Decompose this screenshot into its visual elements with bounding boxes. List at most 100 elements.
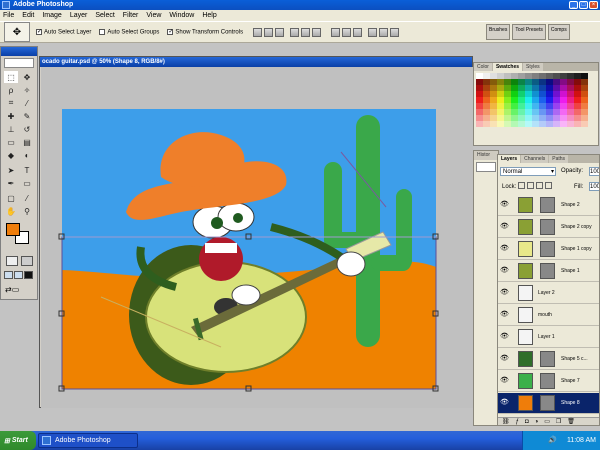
color-swatch[interactable] [518,121,525,127]
tab-color[interactable]: Color [474,63,492,71]
jump-to-imageready-icon[interactable]: ⇄▭ [5,285,29,295]
new-group-icon[interactable]: ▭ [544,418,550,425]
blur-icon[interactable]: ◆ [4,149,18,161]
lock-image-icon[interactable] [527,182,534,189]
type-icon[interactable]: T [20,164,34,176]
brush-icon[interactable]: ✎ [20,110,34,122]
path-select-icon[interactable]: ➤ [4,164,18,176]
canvas-area[interactable] [41,67,473,408]
layer-row[interactable]: 👁 mouth [498,305,599,326]
eye-icon[interactable]: 👁 [500,289,509,296]
align-hcenter-icon[interactable] [301,27,311,37]
eye-icon[interactable]: 👁 [500,311,509,318]
color-swatch[interactable] [560,121,567,127]
opacity-input[interactable]: 100 [589,167,599,176]
artwork-canvas[interactable] [41,67,473,408]
tab-paths[interactable]: Paths [549,155,569,163]
auto-select-groups-checkbox[interactable]: Auto Select Groups [99,28,159,35]
slice-icon[interactable]: ⁄ [20,97,34,109]
auto-select-groups-check[interactable] [99,28,106,35]
start-button[interactable]: ⊞ Start [0,431,36,450]
eye-icon[interactable]: 👁 [500,355,509,362]
screen-mode-standard-icon[interactable] [4,271,13,279]
menu-select[interactable]: Select [95,12,114,19]
color-swatch[interactable] [532,121,539,127]
distribute-hcenter-icon[interactable] [379,27,389,37]
distribute-bottom-icon[interactable] [353,27,363,37]
gradient-icon[interactable]: ▤ [20,136,34,148]
align-left-icon[interactable] [290,27,300,37]
menu-window[interactable]: Window [169,12,194,19]
layer-row[interactable]: 👁 Shape 2 [498,195,599,216]
history-snapshot[interactable] [476,162,496,172]
layer-row[interactable]: 👁 Shape 8 [498,393,599,414]
move-icon[interactable]: ✥ [20,71,34,83]
menu-file[interactable]: File [3,12,14,19]
tool-preset-picker[interactable]: ✥ [4,22,30,42]
trash-icon[interactable]: 🗑 [567,418,575,425]
color-swatch[interactable] [504,121,511,127]
standard-mode-icon[interactable] [6,256,18,266]
adjustment-layer-icon[interactable]: ◑ [535,418,539,425]
auto-select-layer-checkbox[interactable]: ✓ Auto Select Layer [36,28,91,35]
well-tab-comps[interactable]: Comps [547,24,570,40]
screen-mode-full-icon[interactable] [24,271,33,279]
crop-icon[interactable]: ⌗ [4,97,18,109]
maximize-button[interactable]: □ [579,1,588,9]
hand-icon[interactable]: ✋ [4,205,18,217]
close-button[interactable]: × [589,1,598,9]
eye-icon[interactable]: 👁 [500,377,509,384]
align-right-icon[interactable] [312,27,322,37]
well-tab-tool-presets[interactable]: Tool Presets [512,24,546,40]
layer-row[interactable]: 👁 Shape 5 c... [498,349,599,370]
menu-edit[interactable]: Edit [22,12,34,19]
volume-icon[interactable]: 🔊 [548,437,557,444]
distribute-vcenter-icon[interactable] [342,27,352,37]
layer-row[interactable]: 👁 Shape 1 copy [498,239,599,260]
layer-row[interactable]: 👁 Layer 1 [498,327,599,348]
tab-layers[interactable]: Layers [498,155,521,163]
shape-icon[interactable]: ▭ [20,177,34,189]
fill-input[interactable]: 100 [589,182,599,191]
distribute-right-icon[interactable] [390,27,400,37]
add-mask-icon[interactable]: ◘ [525,418,529,425]
lasso-icon[interactable]: ρ [4,84,18,96]
show-transform-check[interactable]: ✓ [167,28,173,35]
color-swatch[interactable] [497,121,504,127]
color-swatch[interactable] [490,121,497,127]
color-swatch[interactable] [546,121,553,127]
color-swatch[interactable] [511,121,518,127]
quickmask-mode-icon[interactable] [21,256,33,266]
minimize-button[interactable]: _ [569,1,578,9]
color-swatch[interactable] [553,121,560,127]
tab-styles[interactable]: Styles [523,63,543,71]
eye-icon[interactable]: 👁 [500,223,509,230]
eraser-icon[interactable]: ▭ [4,136,18,148]
menu-layer[interactable]: Layer [70,12,88,19]
menu-help[interactable]: Help [202,12,216,19]
eye-icon[interactable]: 👁 [500,333,509,340]
color-swatch[interactable] [567,121,574,127]
tab-history[interactable]: Histor [474,151,498,160]
align-vcenter-icon[interactable] [264,27,274,37]
eye-icon[interactable]: 👁 [500,267,509,274]
color-swatch[interactable] [574,121,581,127]
lock-all-icon[interactable] [545,182,552,189]
menu-view[interactable]: View [146,12,161,19]
eyedropper-icon[interactable]: ⁄ [20,192,34,204]
color-swatch[interactable] [581,121,588,127]
tab-channels[interactable]: Channels [521,155,549,163]
screen-mode-full-menu-icon[interactable] [14,271,23,279]
align-bottom-icon[interactable] [275,27,285,37]
show-transform-checkbox[interactable]: ✓ Show Transform Controls [167,28,243,35]
distribute-top-icon[interactable] [331,27,341,37]
color-swatch[interactable] [483,121,490,127]
foreground-color-swatch[interactable] [6,223,20,236]
color-swatch[interactable] [476,121,483,127]
link-icon[interactable]: ⛓ [502,418,510,425]
healing-icon[interactable]: ✚ [4,110,18,122]
auto-select-layer-check[interactable]: ✓ [36,28,42,35]
dodge-icon[interactable]: ◐ [20,149,34,161]
lock-transparency-icon[interactable] [518,182,525,189]
new-layer-icon[interactable]: ❐ [556,418,561,425]
